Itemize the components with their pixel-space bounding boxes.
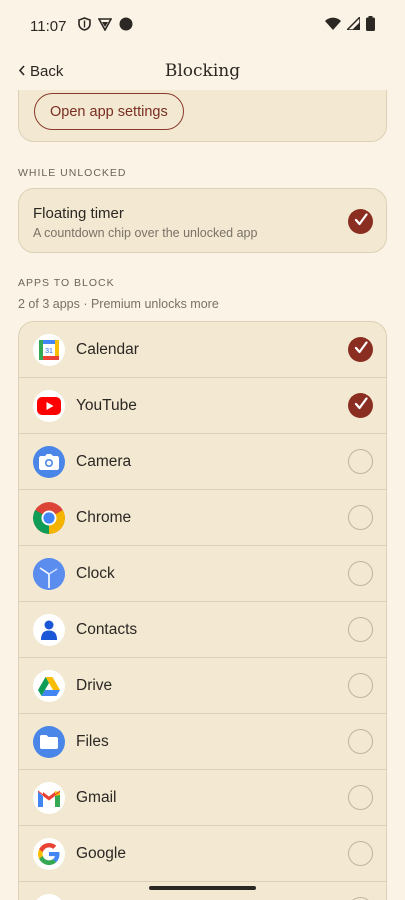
app-name: Google (76, 845, 126, 862)
floating-timer-title: Floating timer (33, 205, 124, 222)
status-left: 11:07 (30, 16, 133, 36)
google-icon (33, 838, 65, 870)
status-bar: 11:07 (0, 0, 405, 52)
app-name: Contacts (76, 621, 138, 638)
app-checkbox-google[interactable] (348, 841, 373, 866)
app-name: Drive (76, 677, 113, 694)
app-row-calendar[interactable]: 31 Calendar (19, 322, 386, 378)
status-icons-left (78, 16, 133, 36)
app-row-drive[interactable]: Drive (19, 658, 386, 714)
home-indicator[interactable] (149, 886, 256, 890)
app-name: YouTube (76, 397, 137, 414)
battery-icon (366, 16, 375, 36)
app-row-chrome[interactable]: Chrome (19, 490, 386, 546)
chrome-icon (33, 502, 65, 534)
app-checkbox-youtube[interactable] (348, 393, 373, 418)
dot-icon (119, 17, 133, 36)
app-checkbox-chrome[interactable] (348, 505, 373, 530)
calendar-icon: 31 (33, 334, 65, 366)
app-icon-partial (33, 894, 65, 900)
app-row-files[interactable]: Files (19, 714, 386, 770)
scroll-content[interactable]: Open app settings WHILE UNLOCKED Floatin… (0, 90, 405, 900)
section-label-apps-to-block: APPS TO BLOCK (18, 277, 115, 289)
clock-icon (33, 558, 65, 590)
app-row-youtube[interactable]: YouTube (19, 378, 386, 434)
app-row-google[interactable]: Google (19, 826, 386, 882)
app-name: Chrome (76, 509, 132, 526)
status-right (325, 15, 375, 36)
svg-text:31: 31 (45, 348, 53, 355)
top-card: Open app settings (18, 90, 387, 142)
app-row-gmail[interactable]: Gmail (19, 770, 386, 826)
app-checkbox-contacts[interactable] (348, 617, 373, 642)
floating-timer-checkbox[interactable] (348, 209, 373, 234)
app-name: Files (76, 733, 109, 750)
header: Back Blocking (0, 52, 405, 92)
app-row-clock[interactable]: Clock (19, 546, 386, 602)
app-checkbox-drive[interactable] (348, 673, 373, 698)
page-title: Blocking (164, 61, 241, 81)
app-name: Gmail (76, 789, 117, 806)
app-name: Camera (76, 453, 132, 470)
signal-icon (345, 15, 361, 35)
wifi-icon (325, 17, 341, 35)
youtube-icon (33, 390, 65, 422)
check-icon (354, 340, 368, 359)
app-row-camera[interactable]: Camera (19, 434, 386, 490)
app-checkbox-clock[interactable] (348, 561, 373, 586)
vpn-icon (98, 17, 113, 36)
check-icon (354, 212, 368, 231)
apps-list: 31 Calendar YouTube Camera Chrome Clock … (18, 321, 387, 900)
floating-timer-card[interactable]: Floating timer A countdown chip over the… (18, 188, 387, 253)
contacts-icon (33, 614, 65, 646)
shield-icon (78, 16, 92, 36)
app-row-partial[interactable] (19, 882, 386, 900)
check-icon (354, 396, 368, 415)
gmail-icon (33, 782, 65, 814)
apps-to-block-subtitle: 2 of 3 apps · Premium unlocks more (18, 297, 219, 311)
open-app-settings-button[interactable]: Open app settings (34, 93, 184, 130)
camera-icon (33, 446, 65, 478)
app-checkbox-camera[interactable] (348, 449, 373, 474)
app-name: Calendar (76, 341, 139, 358)
app-checkbox-files[interactable] (348, 729, 373, 754)
app-row-contacts[interactable]: Contacts (19, 602, 386, 658)
status-time: 11:07 (30, 17, 67, 35)
app-checkbox-gmail[interactable] (348, 785, 373, 810)
app-name: Clock (76, 565, 115, 582)
app-checkbox-calendar[interactable] (348, 337, 373, 362)
section-label-while-unlocked: WHILE UNLOCKED (18, 167, 127, 179)
floating-timer-description: A countdown chip over the unlocked app (33, 226, 258, 240)
drive-icon (33, 670, 65, 702)
files-icon (33, 726, 65, 758)
